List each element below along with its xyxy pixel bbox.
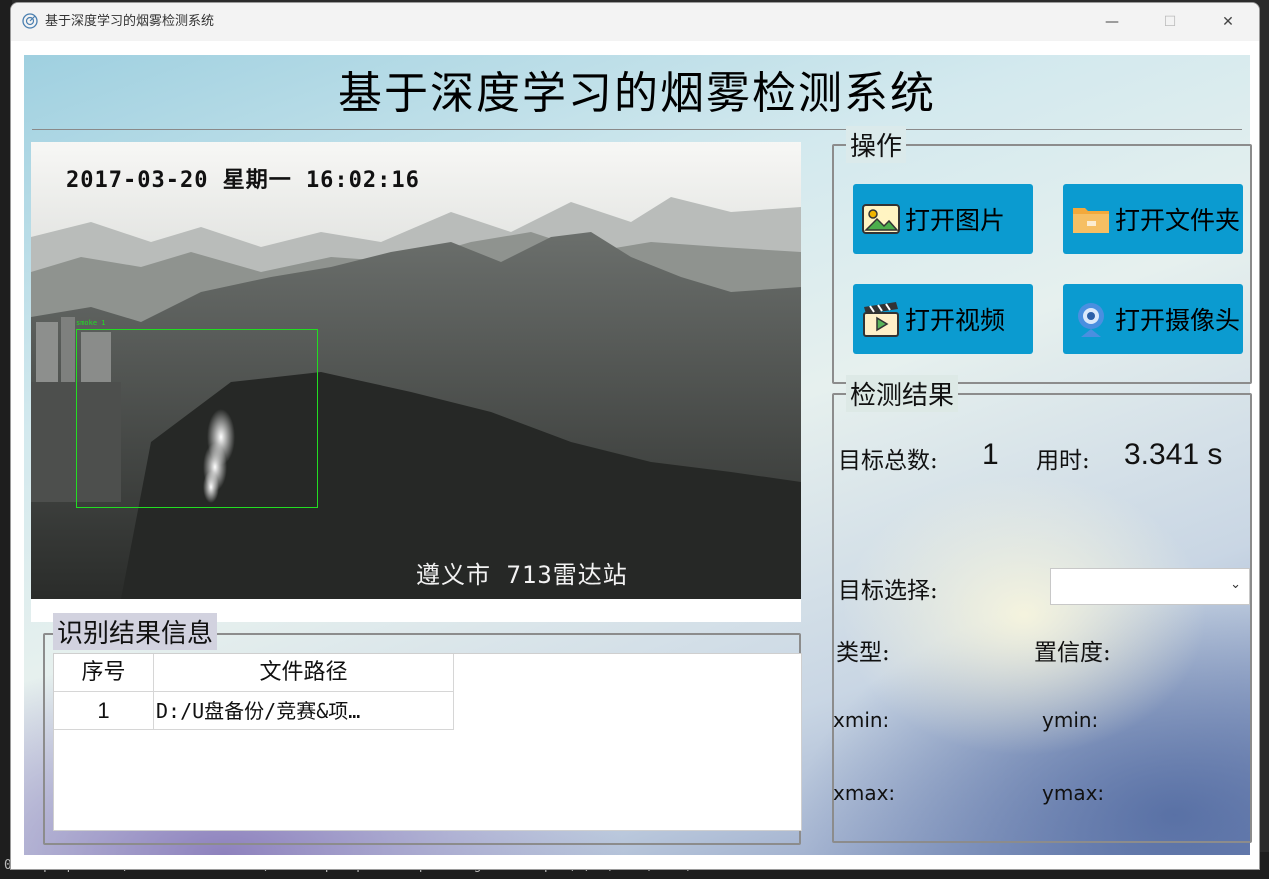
results-title: 检测结果 <box>846 375 959 412</box>
results-group: 检测结果 目标总数: 1 用时: 3.341 s 目标选择: ⌄ 类型: 置信度… <box>832 375 1252 843</box>
operations-group: 操作 打开图片 打开文件夹 打开视频 打开摄像头 <box>832 126 1252 384</box>
detection-label: smoke 1 <box>76 319 106 327</box>
ymin-label: ymin: <box>1042 708 1099 732</box>
target-select-label: 目标选择: <box>838 578 938 604</box>
operations-title: 操作 <box>846 126 907 163</box>
elapsed-time-label: 用时: <box>1036 448 1090 474</box>
open-video-label: 打开视频 <box>905 306 1006 335</box>
elapsed-time-value: 3.341 s <box>1124 438 1223 471</box>
detection-image: smoke 1 2017-03-20 星期一 16:02:16 遵义市 713雷… <box>31 142 801 599</box>
xmax-label: xmax: <box>833 781 896 805</box>
open-folder-label: 打开文件夹 <box>1115 206 1241 235</box>
open-camera-button[interactable]: 打开摄像头 <box>1063 284 1243 354</box>
title-divider <box>32 129 1242 130</box>
column-header-file-path[interactable]: 文件路径 <box>154 654 454 692</box>
table-cell-index[interactable]: 1 <box>54 692 154 730</box>
open-folder-button[interactable]: 打开文件夹 <box>1063 184 1243 254</box>
video-icon <box>863 302 899 337</box>
open-camera-label: 打开摄像头 <box>1115 306 1241 335</box>
overlay-location: 遵义市 713雷达站 <box>416 561 628 589</box>
type-label: 类型: <box>836 640 890 666</box>
close-button[interactable]: ✕ <box>1199 3 1257 41</box>
main-content: 基于深度学习的烟雾检测系统 smoke 1 2017-03-20 星期一 16:… <box>24 55 1252 855</box>
page-title: 基于深度学习的烟雾检测系统 <box>338 68 936 119</box>
recognition-info-title: 识别结果信息 <box>53 613 218 650</box>
ymax-label: ymax: <box>1042 781 1105 805</box>
table-cell-file-path[interactable]: D:/U盘备份/竞赛&项… <box>154 692 454 730</box>
recognition-info-group: 识别结果信息 序号 文件路径 1 D:/U盘备份/竞赛&项… <box>43 613 802 845</box>
minimize-button[interactable]: — <box>1083 3 1141 41</box>
title-bar[interactable]: 基于深度学习的烟雾检测系统 — ☐ ✕ <box>11 3 1259 41</box>
app-window: 基于深度学习的烟雾检测系统 — ☐ ✕ 基于深度学习的烟雾检测系统 smoke … <box>10 2 1260 870</box>
open-video-button[interactable]: 打开视频 <box>853 284 1033 354</box>
image-icon <box>862 204 900 234</box>
app-icon <box>22 13 38 29</box>
target-select-dropdown[interactable]: ⌄ <box>1050 568 1250 605</box>
total-count-value: 1 <box>982 438 999 471</box>
maximize-button[interactable]: ☐ <box>1141 3 1199 41</box>
confidence-label: 置信度: <box>1034 640 1111 666</box>
overlay-datetime: 2017-03-20 星期一 16:02:16 <box>66 168 420 193</box>
webcam-icon <box>1078 303 1104 337</box>
chevron-down-icon: ⌄ <box>1230 577 1241 592</box>
detection-bounding-box <box>76 329 318 508</box>
open-image-label: 打开图片 <box>905 206 1006 235</box>
open-image-button[interactable]: 打开图片 <box>853 184 1033 254</box>
image-display: smoke 1 2017-03-20 星期一 16:02:16 遵义市 713雷… <box>31 142 801 622</box>
folder-icon <box>1073 208 1109 233</box>
window-title: 基于深度学习的烟雾检测系统 <box>45 14 215 29</box>
results-table[interactable]: 序号 文件路径 1 D:/U盘备份/竞赛&项… <box>53 653 802 831</box>
column-header-index[interactable]: 序号 <box>54 654 154 692</box>
total-count-label: 目标总数: <box>838 448 938 474</box>
xmin-label: xmin: <box>833 708 890 732</box>
